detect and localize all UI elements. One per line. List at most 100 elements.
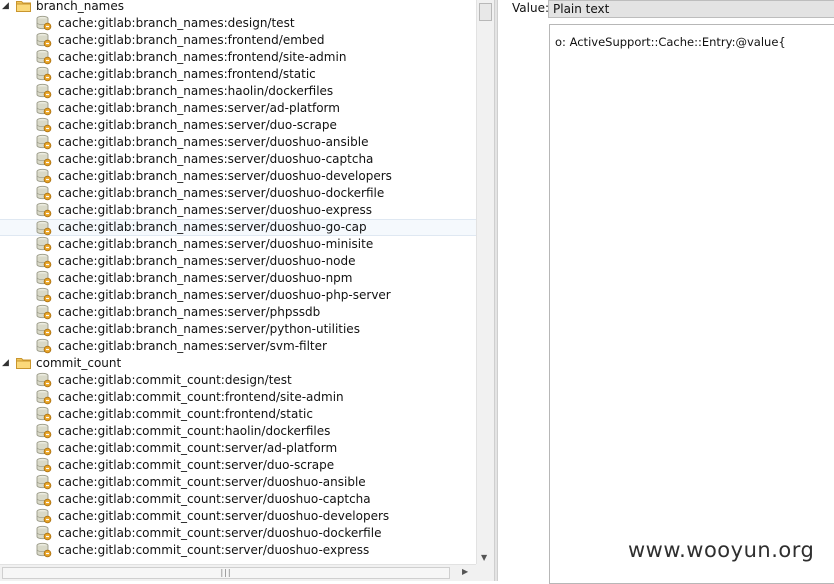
tree-key-label: cache:gitlab:commit_count:server/duoshuo…	[58, 543, 370, 557]
tree-key-item[interactable]: cache:gitlab:branch_names:haolin/dockerf…	[0, 83, 476, 100]
tree-key-label: cache:gitlab:branch_names:server/ad-plat…	[58, 101, 340, 115]
tree-key-item[interactable]: cache:gitlab:branch_names:design/test	[0, 15, 476, 32]
expanded-arrow-icon[interactable]: ◢	[2, 355, 12, 372]
tree-key-label: cache:gitlab:commit_count:haolin/dockerf…	[58, 424, 331, 438]
database-key-icon	[36, 321, 52, 337]
tree-key-item[interactable]: cache:gitlab:branch_names:server/svm-fil…	[0, 338, 476, 355]
database-key-icon	[36, 220, 52, 236]
database-key-icon	[36, 508, 52, 524]
tree-key-label: cache:gitlab:commit_count:server/ad-plat…	[58, 441, 338, 455]
tree-key-item[interactable]: cache:gitlab:branch_names:frontend/stati…	[0, 66, 476, 83]
tree-key-item[interactable]: cache:gitlab:branch_names:server/duoshuo…	[0, 185, 476, 202]
database-key-icon	[36, 117, 52, 133]
tree-key-item[interactable]: cache:gitlab:commit_count:server/ad-plat…	[0, 440, 476, 457]
database-key-icon	[36, 406, 52, 422]
database-key-icon	[36, 474, 52, 490]
expanded-arrow-icon[interactable]: ◢	[2, 0, 12, 15]
database-key-icon	[36, 389, 52, 405]
tree-key-item[interactable]: cache:gitlab:branch_names:frontend/embed	[0, 32, 476, 49]
tree-key-item[interactable]: cache:gitlab:commit_count:frontend/stati…	[0, 406, 476, 423]
database-key-icon	[36, 32, 52, 48]
scroll-down-arrow-icon[interactable]: ▼	[481, 553, 487, 562]
tree-key-item[interactable]: cache:gitlab:branch_names:server/python-…	[0, 321, 476, 338]
folder-icon	[16, 357, 31, 369]
tree-key-item[interactable]: cache:gitlab:branch_names:frontend/site-…	[0, 49, 476, 66]
tree-key-label: cache:gitlab:branch_names:server/duoshuo…	[58, 203, 373, 217]
tree-key-label: cache:gitlab:commit_count:frontend/stati…	[58, 407, 313, 421]
tree-key-label: cache:gitlab:branch_names:server/duoshuo…	[58, 288, 391, 302]
tree-key-item[interactable]: cache:gitlab:branch_names:server/duoshuo…	[0, 236, 476, 253]
tree-vertical-scrollbar[interactable]: ▼	[476, 0, 494, 564]
tree-key-item[interactable]: cache:gitlab:branch_names:server/phpssdb	[0, 304, 476, 321]
tree-key-label: cache:gitlab:branch_names:server/duoshuo…	[58, 237, 374, 251]
tree-key-label: cache:gitlab:branch_names:server/duoshuo…	[58, 220, 367, 234]
tree-key-item[interactable]: cache:gitlab:branch_names:server/duoshuo…	[0, 202, 476, 219]
database-key-icon	[36, 168, 52, 184]
value-textarea[interactable]: o: ActiveSupport::Cache::Entry:@value{	[549, 24, 834, 584]
database-key-icon	[36, 440, 52, 456]
tree-key-label: cache:gitlab:branch_names:server/duoshuo…	[58, 169, 392, 183]
tree-key-label: cache:gitlab:branch_names:server/phpssdb	[58, 305, 321, 319]
database-key-icon	[36, 542, 52, 558]
tree-key-label: cache:gitlab:commit_count:design/test	[58, 373, 292, 387]
folder-icon	[16, 0, 31, 12]
vertical-scroll-thumb[interactable]	[479, 3, 492, 21]
tree-key-item[interactable]: cache:gitlab:commit_count:haolin/dockerf…	[0, 423, 476, 440]
value-format-select[interactable]: Plain text	[548, 0, 834, 18]
tree-key-item[interactable]: cache:gitlab:branch_names:server/ad-plat…	[0, 100, 476, 117]
database-key-icon	[36, 525, 52, 541]
database-key-icon	[36, 372, 52, 388]
tree-key-item[interactable]: cache:gitlab:branch_names:server/duoshuo…	[0, 219, 476, 236]
tree-key-label: cache:gitlab:commit_count:server/duo-scr…	[58, 458, 335, 472]
tree-key-item[interactable]: cache:gitlab:commit_count:server/duoshuo…	[0, 491, 476, 508]
database-key-icon	[36, 100, 52, 116]
tree-key-label: cache:gitlab:commit_count:server/duoshuo…	[58, 475, 366, 489]
scroll-right-arrow-icon[interactable]: ▶	[462, 567, 468, 576]
tree-key-item[interactable]: cache:gitlab:commit_count:server/duoshuo…	[0, 525, 476, 542]
database-key-icon	[36, 253, 52, 269]
tree-group-label: commit_count	[36, 356, 122, 370]
tree-group-commit-count[interactable]: ◢ commit_count	[0, 355, 476, 372]
database-key-icon	[36, 287, 52, 303]
tree-key-item[interactable]: cache:gitlab:branch_names:server/duoshuo…	[0, 151, 476, 168]
horizontal-scroll-thumb[interactable]: |||	[2, 567, 450, 579]
database-key-icon	[36, 151, 52, 167]
tree-key-label: cache:gitlab:branch_names:server/duoshuo…	[58, 271, 353, 285]
tree-key-label: cache:gitlab:branch_names:server/duoshuo…	[58, 152, 374, 166]
tree-key-item[interactable]: cache:gitlab:commit_count:server/duoshuo…	[0, 542, 476, 559]
tree-key-item[interactable]: cache:gitlab:commit_count:design/test	[0, 372, 476, 389]
value-panel: Value: Plain text o: ActiveSupport::Cach…	[498, 0, 834, 584]
tree-key-item[interactable]: cache:gitlab:commit_count:server/duoshuo…	[0, 508, 476, 525]
tree-key-label: cache:gitlab:branch_names:server/duoshuo…	[58, 135, 369, 149]
tree-key-item[interactable]: cache:gitlab:branch_names:server/duo-scr…	[0, 117, 476, 134]
tree-key-item[interactable]: cache:gitlab:branch_names:server/duoshuo…	[0, 270, 476, 287]
tree-key-label: cache:gitlab:commit_count:server/duoshuo…	[58, 509, 390, 523]
tree-key-label: cache:gitlab:commit_count:server/duoshuo…	[58, 492, 371, 506]
tree-key-label: cache:gitlab:branch_names:frontend/embed	[58, 33, 325, 47]
tree-group-branch-names[interactable]: ◢ branch_names	[0, 0, 476, 15]
key-tree-panel[interactable]: ◢ branch_names cache:gitlab:branch_names:d…	[0, 0, 494, 581]
database-key-icon	[36, 423, 52, 439]
tree-horizontal-scrollbar[interactable]: ||| ▶	[0, 564, 476, 581]
tree-key-label: cache:gitlab:branch_names:server/svm-fil…	[58, 339, 327, 353]
tree-key-label: cache:gitlab:branch_names:server/duoshuo…	[58, 254, 356, 268]
database-key-icon	[36, 457, 52, 473]
tree-key-label: cache:gitlab:branch_names:design/test	[58, 16, 295, 30]
database-key-icon	[36, 15, 52, 31]
tree-key-label: cache:gitlab:branch_names:server/duoshuo…	[58, 186, 385, 200]
tree-key-item[interactable]: cache:gitlab:commit_count:frontend/site-…	[0, 389, 476, 406]
scroll-corner	[476, 564, 494, 581]
tree-key-item[interactable]: cache:gitlab:commit_count:server/duoshuo…	[0, 474, 476, 491]
tree-key-item[interactable]: cache:gitlab:branch_names:server/duoshuo…	[0, 168, 476, 185]
tree-key-label: cache:gitlab:branch_names:server/python-…	[58, 322, 360, 336]
value-label: Value:	[512, 1, 549, 15]
tree-key-item[interactable]: cache:gitlab:commit_count:server/duo-scr…	[0, 457, 476, 474]
database-key-icon	[36, 134, 52, 150]
database-key-icon	[36, 185, 52, 201]
database-key-icon	[36, 83, 52, 99]
tree-key-item[interactable]: cache:gitlab:branch_names:server/duoshuo…	[0, 134, 476, 151]
tree-key-label: cache:gitlab:commit_count:server/duoshuo…	[58, 526, 382, 540]
tree-key-item[interactable]: cache:gitlab:branch_names:server/duoshuo…	[0, 287, 476, 304]
database-key-icon	[36, 491, 52, 507]
tree-key-item[interactable]: cache:gitlab:branch_names:server/duoshuo…	[0, 253, 476, 270]
